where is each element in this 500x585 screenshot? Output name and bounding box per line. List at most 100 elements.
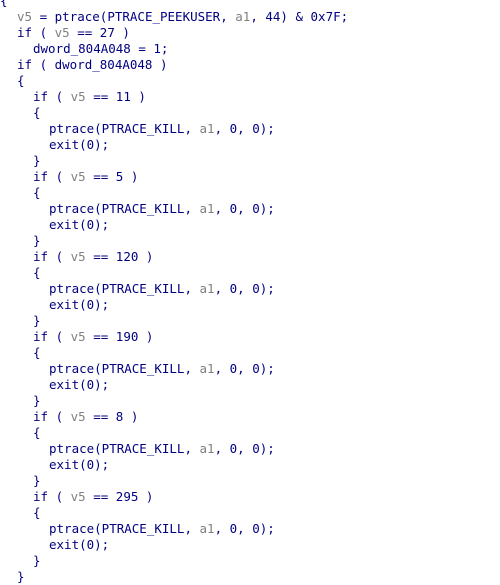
code-line-close-brace: } <box>0 153 500 169</box>
code-text: ptrace(PTRACE_KILL, <box>49 201 200 216</box>
code-line-close-brace: } <box>0 393 500 409</box>
code-line-open-brace: { <box>0 73 500 89</box>
code-line-if-v5: if ( v5 == 295 ) <box>0 489 500 505</box>
code-text: if ( dword_804A048 ) <box>17 57 168 72</box>
brace-token: { <box>33 345 41 360</box>
code-text: exit(0); <box>49 537 110 552</box>
code-text: if ( <box>33 489 71 504</box>
code-line-open-brace: { <box>0 505 500 521</box>
code-text: , 0, 0); <box>214 521 275 536</box>
code-text: , 0, 0); <box>214 361 275 376</box>
brace-token: { <box>33 185 41 200</box>
code-line-exit: exit(0); <box>0 537 500 553</box>
brace-token: } <box>33 553 41 568</box>
variable-a1[interactable]: a1 <box>200 441 215 456</box>
code-line-ptrace-kill: ptrace(PTRACE_KILL, a1, 0, 0); <box>0 441 500 457</box>
code-text: if ( <box>17 25 55 40</box>
variable-a1[interactable]: a1 <box>200 361 215 376</box>
code-line-exit: exit(0); <box>0 217 500 233</box>
code-line-if-dword: if ( dword_804A048 ) <box>0 57 500 73</box>
code-line-open-brace: { <box>0 425 500 441</box>
code-line-set-dword: dword_804A048 = 1; <box>0 41 500 57</box>
code-line-close-brace: } <box>0 313 500 329</box>
code-line-open-brace: { <box>0 345 500 361</box>
code-line-if-v5: if ( v5 == 120 ) <box>0 249 500 265</box>
code-text: ptrace(PTRACE_KILL, <box>49 441 200 456</box>
code-line-close-brace: } <box>0 473 500 489</box>
code-line-exit: exit(0); <box>0 377 500 393</box>
code-text: , 0, 0); <box>214 121 275 136</box>
variable-v5[interactable]: v5 <box>71 489 86 504</box>
code-line-close-brace: } <box>0 553 500 569</box>
variable-v5[interactable]: v5 <box>55 25 70 40</box>
code-text: ptrace(PTRACE_KILL, <box>49 281 200 296</box>
variable-v5[interactable]: v5 <box>71 249 86 264</box>
brace-token: } <box>33 393 41 408</box>
brace-token: { <box>0 0 8 8</box>
code-text: , 0, 0); <box>214 281 275 296</box>
code-text: = ptrace(PTRACE_PEEKUSER, <box>32 9 236 24</box>
code-text: == 295 ) <box>85 489 154 504</box>
code-line-if-v5: if ( v5 == 190 ) <box>0 329 500 345</box>
code-line-exit: exit(0); <box>0 297 500 313</box>
code-text: == 190 ) <box>85 329 154 344</box>
code-text: ptrace(PTRACE_KILL, <box>49 361 200 376</box>
brace-token: } <box>33 473 41 488</box>
pseudocode-view: { v5 = ptrace(PTRACE_PEEKUSER, a1, 44) &… <box>0 0 500 585</box>
variable-a1[interactable]: a1 <box>235 9 250 24</box>
code-text: == 120 ) <box>85 249 154 264</box>
brace-token: } <box>33 313 41 328</box>
variable-v5[interactable]: v5 <box>71 409 86 424</box>
if-blocks: if ( v5 == 11 ){ptrace(PTRACE_KILL, a1, … <box>0 89 500 569</box>
code-text: == 11 ) <box>85 89 146 104</box>
brace-token: { <box>33 105 41 120</box>
code-text: , 44) & 0x7F; <box>250 9 349 24</box>
variable-a1[interactable]: a1 <box>200 201 215 216</box>
code-line-ptrace-kill: ptrace(PTRACE_KILL, a1, 0, 0); <box>0 281 500 297</box>
brace-token: { <box>33 505 41 520</box>
variable-a1[interactable]: a1 <box>200 521 215 536</box>
brace-token: } <box>33 153 41 168</box>
variable-v5[interactable]: v5 <box>71 169 86 184</box>
code-text: if ( <box>33 169 71 184</box>
code-text: exit(0); <box>49 377 110 392</box>
code-text: exit(0); <box>49 457 110 472</box>
code-line-close-brace: } <box>0 233 500 249</box>
code-line-if-27: if ( v5 == 27 ) <box>0 25 500 41</box>
code-text: if ( <box>33 329 71 344</box>
code-text: if ( <box>33 89 71 104</box>
code-text: exit(0); <box>49 217 110 232</box>
code-text: exit(0); <box>49 137 110 152</box>
variable-a1[interactable]: a1 <box>200 281 215 296</box>
code-line-ptrace-kill: ptrace(PTRACE_KILL, a1, 0, 0); <box>0 361 500 377</box>
code-text: if ( <box>33 249 71 264</box>
code-text: == 27 ) <box>69 25 130 40</box>
code-line: { <box>0 0 500 9</box>
brace-token: { <box>33 265 41 280</box>
code-line-open-brace: { <box>0 185 500 201</box>
code-line-exit: exit(0); <box>0 457 500 473</box>
variable-v5[interactable]: v5 <box>71 89 86 104</box>
code-line-open-brace: { <box>0 105 500 121</box>
code-text: ptrace(PTRACE_KILL, <box>49 521 200 536</box>
code-text: , 0, 0); <box>214 201 275 216</box>
code-line-if-v5: if ( v5 == 8 ) <box>0 409 500 425</box>
code-text: , 0, 0); <box>214 441 275 456</box>
code-line-assign: v5 = ptrace(PTRACE_PEEKUSER, a1, 44) & 0… <box>0 9 500 25</box>
code-text: == 5 ) <box>85 169 139 184</box>
variable-v5[interactable]: v5 <box>17 9 32 24</box>
variable-a1[interactable]: a1 <box>200 121 215 136</box>
code-line-ptrace-kill: ptrace(PTRACE_KILL, a1, 0, 0); <box>0 121 500 137</box>
brace-token: { <box>33 425 41 440</box>
code-line-ptrace-kill: ptrace(PTRACE_KILL, a1, 0, 0); <box>0 521 500 537</box>
code-text: ptrace(PTRACE_KILL, <box>49 121 200 136</box>
code-text: == 8 ) <box>85 409 139 424</box>
brace-token: } <box>33 233 41 248</box>
code-line-ptrace-kill: ptrace(PTRACE_KILL, a1, 0, 0); <box>0 201 500 217</box>
code-line-exit: exit(0); <box>0 137 500 153</box>
code-text: exit(0); <box>49 297 110 312</box>
code-line-if-v5: if ( v5 == 5 ) <box>0 169 500 185</box>
variable-v5[interactable]: v5 <box>71 329 86 344</box>
code-text: dword_804A048 = 1; <box>33 41 169 56</box>
code-line-open-brace: { <box>0 265 500 281</box>
